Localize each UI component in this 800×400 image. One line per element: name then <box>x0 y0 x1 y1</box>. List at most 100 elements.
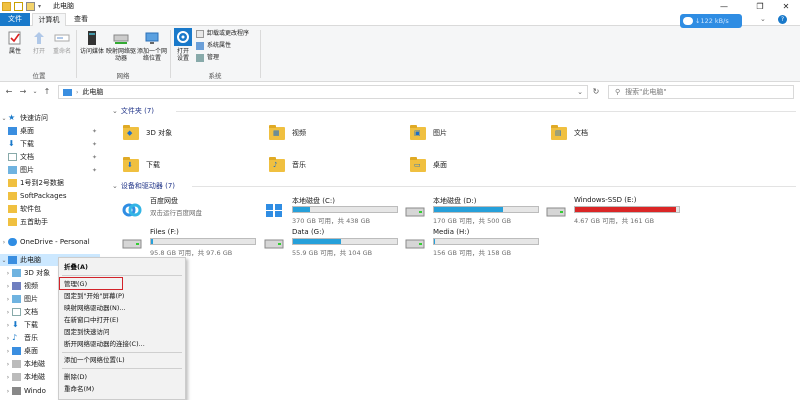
menu-item-map-network-drive[interactable]: 映射网络驱动器(N)... <box>62 302 182 314</box>
menu-item-pin-quick-access[interactable]: 固定到快速访问 <box>62 326 182 338</box>
drive-tile[interactable]: 本地磁盘 (C:) 370 GB 可用，共 438 GB <box>264 196 404 226</box>
rename-icon <box>54 30 70 46</box>
chevron-right-icon[interactable]: › <box>4 361 12 368</box>
gear-icon <box>174 28 192 46</box>
desktop-folder-icon: ▭ <box>409 156 427 174</box>
nav-label: 视频 <box>24 282 38 290</box>
3d-objects-icon: ◆ <box>122 124 140 142</box>
nav-onedrive[interactable]: › OneDrive - Personal <box>0 236 100 248</box>
media-server-icon <box>84 30 100 46</box>
pin-icon[interactable]: ✦ <box>92 128 97 135</box>
close-button[interactable]: ✕ <box>772 0 800 13</box>
chevron-down-icon[interactable]: ▾ <box>38 3 41 10</box>
menu-item-rename[interactable]: 重命名(M) <box>62 383 182 395</box>
system-properties-item[interactable]: 系统属性 <box>196 42 231 50</box>
menu-item-collapse[interactable]: 折叠(A) <box>62 261 182 273</box>
tab-view[interactable]: 查看 <box>68 13 94 26</box>
pin-icon[interactable]: ✦ <box>92 141 97 148</box>
devices-section-header[interactable]: ⌄ 设备和驱动器 (7) <box>112 180 175 192</box>
computer-icon <box>63 88 72 96</box>
chevron-right-icon[interactable]: › <box>4 309 12 316</box>
baidu-netdisk-tile[interactable]: 百度网盘 双击运行百度网盘 <box>122 196 252 226</box>
video-folder-icon: ▦ <box>268 124 286 142</box>
folder-tile-videos[interactable]: ▦ 视频 <box>268 118 306 148</box>
tab-file[interactable]: 文件 <box>0 13 30 26</box>
properties-qa-icon[interactable] <box>14 2 23 11</box>
nav-folder[interactable]: SoftPackages <box>0 190 100 202</box>
folder-tile-downloads[interactable]: ⬇ 下载 <box>122 150 160 180</box>
drive-tile[interactable]: Data (G:) 55.9 GB 可用，共 104 GB <box>264 228 404 258</box>
nav-label: 软件包 <box>20 205 41 213</box>
menu-item-add-network-location[interactable]: 添加一个网络位置(L) <box>62 354 182 366</box>
chevron-right-icon[interactable]: › <box>4 322 12 329</box>
drive-tile[interactable]: Windows-SSD (E:) 4.67 GB 可用，共 161 GB <box>546 196 686 226</box>
nav-pinned-pictures[interactable]: 图片 ✦ <box>0 164 100 176</box>
folder-tile-3d-objects[interactable]: ◆ 3D 对象 <box>122 118 172 148</box>
music-folder-icon: ♪ <box>268 156 286 174</box>
access-media-button[interactable]: 访问媒体 <box>78 30 106 55</box>
pin-icon[interactable]: ✦ <box>92 167 97 174</box>
rename-button[interactable]: 重命名 <box>50 30 74 55</box>
nav-label: 快速访问 <box>20 114 48 122</box>
download-speed-badge[interactable]: ↓122 kB/s <box>680 14 742 28</box>
chevron-down-icon[interactable]: ⌄ <box>760 13 766 26</box>
chevron-right-icon[interactable]: › <box>4 348 12 355</box>
nav-folder[interactable]: 1号到2号数据 <box>0 177 100 189</box>
drive-tile[interactable]: Media (H:) 156 GB 可用，共 158 GB <box>405 228 545 258</box>
address-bar[interactable]: › 此电脑 ⌄ <box>58 85 588 99</box>
folder-icon <box>8 218 17 226</box>
help-icon[interactable]: ? <box>778 15 787 24</box>
new-folder-qa-icon[interactable] <box>26 2 35 11</box>
menu-item-disconnect-drive[interactable]: 断开网络驱动器的连接(C)... <box>62 338 182 350</box>
tab-computer[interactable]: 计算机 <box>32 13 66 27</box>
nav-pinned-downloads[interactable]: ⬇ 下载 ✦ <box>0 138 100 150</box>
open-settings-button[interactable]: 打开设置 <box>172 28 194 62</box>
cloud-icon <box>8 238 17 246</box>
menu-item-pin-to-start[interactable]: 固定到"开始"屏幕(P) <box>62 290 182 302</box>
chevron-right-icon[interactable]: › <box>4 374 12 381</box>
ribbon-separator <box>260 30 261 78</box>
manage-icon <box>196 54 204 62</box>
maximize-button[interactable]: ❐ <box>746 0 774 13</box>
chevron-right-icon[interactable]: › <box>4 283 12 290</box>
map-network-drive-button[interactable]: 映射网络驱动器 <box>106 30 136 62</box>
drive-tile[interactable]: Files (F:) 95.8 GB 可用，共 97.6 GB <box>122 228 262 258</box>
forward-arrow-icon[interactable]: → <box>18 86 28 98</box>
chevron-right-icon[interactable]: › <box>4 388 12 395</box>
folder-tile-pictures[interactable]: ▣ 图片 <box>409 118 447 148</box>
uninstall-program-item[interactable]: 卸载或更改程序 <box>196 30 249 38</box>
nav-pinned-desktop[interactable]: 桌面 ✦ <box>0 125 100 137</box>
pin-icon[interactable]: ✦ <box>92 154 97 161</box>
folder-tile-documents[interactable]: ▤ 文档 <box>550 118 588 148</box>
open-button[interactable]: 打开 <box>28 30 50 55</box>
folder-tile-desktop[interactable]: ▭ 桌面 <box>409 150 447 180</box>
menu-item-open-new-window[interactable]: 在新窗口中打开(E) <box>62 314 182 326</box>
chevron-right-icon[interactable]: › <box>4 335 12 342</box>
chevron-down-icon[interactable]: ⌄ <box>0 257 8 264</box>
add-network-location-button[interactable]: 添加一个网络位置 <box>136 30 168 62</box>
nav-folder[interactable]: 五首助手 <box>0 216 100 228</box>
manage-item[interactable]: 管理 <box>196 54 219 62</box>
minimize-button[interactable]: — <box>710 0 738 13</box>
chevron-right-icon[interactable]: › <box>4 270 12 277</box>
search-icon: ⚲ <box>615 88 621 96</box>
nav-pinned-documents[interactable]: 文档 ✦ <box>0 151 100 163</box>
chevron-down-icon[interactable]: ⌄ <box>577 86 583 98</box>
chevron-right-icon[interactable]: › <box>0 239 8 246</box>
drive-tile[interactable]: 本地磁盘 (D:) 170 GB 可用，共 500 GB <box>405 196 545 226</box>
recent-chevron-icon[interactable]: ⌄ <box>30 86 40 98</box>
back-arrow-icon[interactable]: ← <box>4 86 14 98</box>
refresh-icon[interactable]: ↻ <box>590 86 602 98</box>
folder-tile-music[interactable]: ♪ 音乐 <box>268 150 306 180</box>
nav-folder[interactable]: 软件包 <box>0 203 100 215</box>
search-input[interactable]: ⚲ 搜索"此电脑" <box>608 85 794 99</box>
nav-quick-access[interactable]: ⌄ ★ 快速访问 <box>0 112 100 124</box>
up-arrow-icon[interactable]: ↑ <box>42 86 52 98</box>
chevron-right-icon[interactable]: › <box>4 296 12 303</box>
nav-label: 1号到2号数据 <box>20 179 64 187</box>
menu-item-delete[interactable]: 删除(D) <box>62 371 182 383</box>
drive-stats: 170 GB 可用，共 500 GB <box>433 217 512 225</box>
folders-section-header[interactable]: ⌄ 文件夹 (7) <box>112 105 154 117</box>
properties-button[interactable]: 属性 <box>4 30 26 55</box>
chevron-down-icon[interactable]: ⌄ <box>0 115 8 122</box>
